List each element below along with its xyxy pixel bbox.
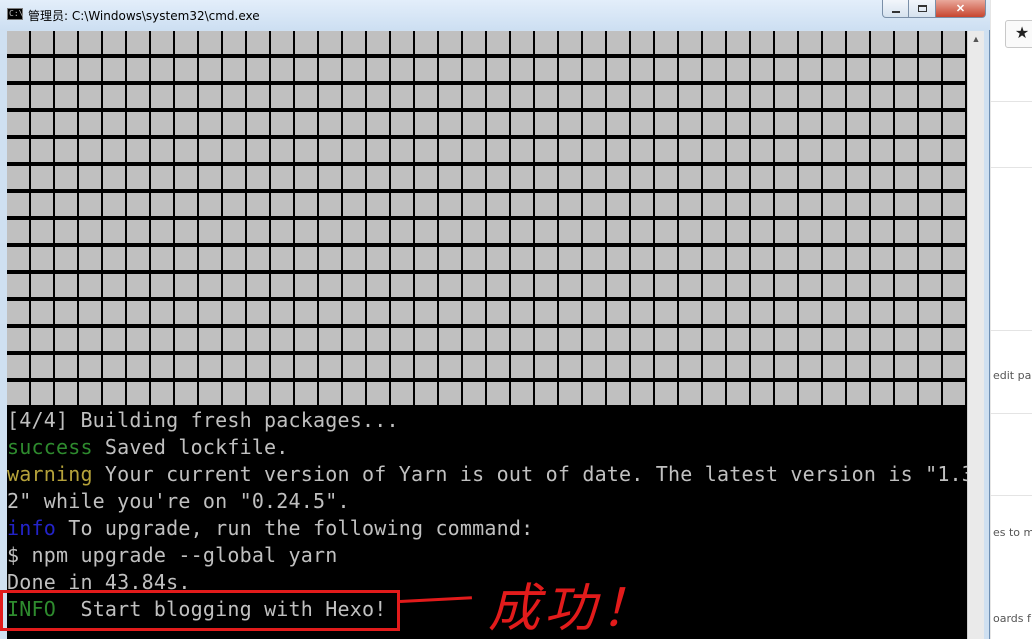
log-level-prefix: warning	[7, 462, 93, 486]
console-line: $ npm upgrade --global yarn	[7, 542, 967, 569]
cmd-window: C:\ 管理员: C:\Windows\system32\cmd.exe ✕ […	[0, 0, 990, 639]
divider	[990, 330, 1032, 331]
background-text-snippet: es to m	[993, 526, 1032, 539]
background-text-snippet: oards f	[993, 612, 1031, 625]
console-app-icon[interactable]: C:\	[7, 8, 23, 20]
background-text-snippet: edit pa	[993, 369, 1032, 382]
annotation-text: 成功！	[488, 579, 657, 639]
console-line-text: Saved lockfile.	[92, 435, 289, 459]
minimize-button[interactable]	[882, 0, 909, 18]
console-line: [4/4] Building fresh packages...	[7, 407, 967, 434]
maximize-button[interactable]	[909, 0, 936, 18]
console-line-text: To upgrade, run the following command:	[55, 516, 534, 540]
close-button[interactable]: ✕	[936, 0, 986, 18]
console-line-text: [4/4] Building fresh packages...	[7, 408, 399, 432]
console-line: 2" while you're on "0.24.5".	[7, 488, 967, 515]
vertical-scrollbar[interactable]: ▲	[967, 31, 984, 639]
highlight-box	[0, 590, 400, 631]
divider	[990, 413, 1032, 414]
console-line: info To upgrade, run the following comma…	[7, 515, 967, 542]
bookmark-star-icon[interactable]: ★	[1005, 20, 1032, 48]
background-browser-page	[990, 0, 1032, 639]
minimize-icon	[891, 10, 900, 13]
divider	[990, 101, 1032, 102]
divider	[990, 167, 1032, 168]
console-line: warning Your current version of Yarn is …	[7, 461, 967, 488]
divider	[990, 495, 1032, 496]
console-line: success Saved lockfile.	[7, 434, 967, 461]
scroll-up-icon[interactable]: ▲	[968, 31, 984, 48]
log-level-prefix: success	[7, 435, 93, 459]
window-title: 管理员: C:\Windows\system32\cmd.exe	[28, 9, 260, 23]
close-icon: ✕	[955, 3, 966, 15]
console-line-text: $ npm upgrade --global yarn	[7, 543, 338, 567]
garbled-character-grid	[7, 31, 967, 406]
maximize-icon	[917, 5, 927, 12]
title-bar[interactable]: C:\ 管理员: C:\Windows\system32\cmd.exe ✕	[0, 0, 990, 30]
console-line-text: Your current version of Yarn is out of d…	[92, 462, 967, 486]
console-area[interactable]: [4/4] Building fresh packages... success …	[7, 31, 967, 639]
console-line-text: 2" while you're on "0.24.5".	[7, 489, 350, 513]
log-level-prefix: info	[7, 516, 56, 540]
window-controls: ✕	[882, 0, 986, 19]
